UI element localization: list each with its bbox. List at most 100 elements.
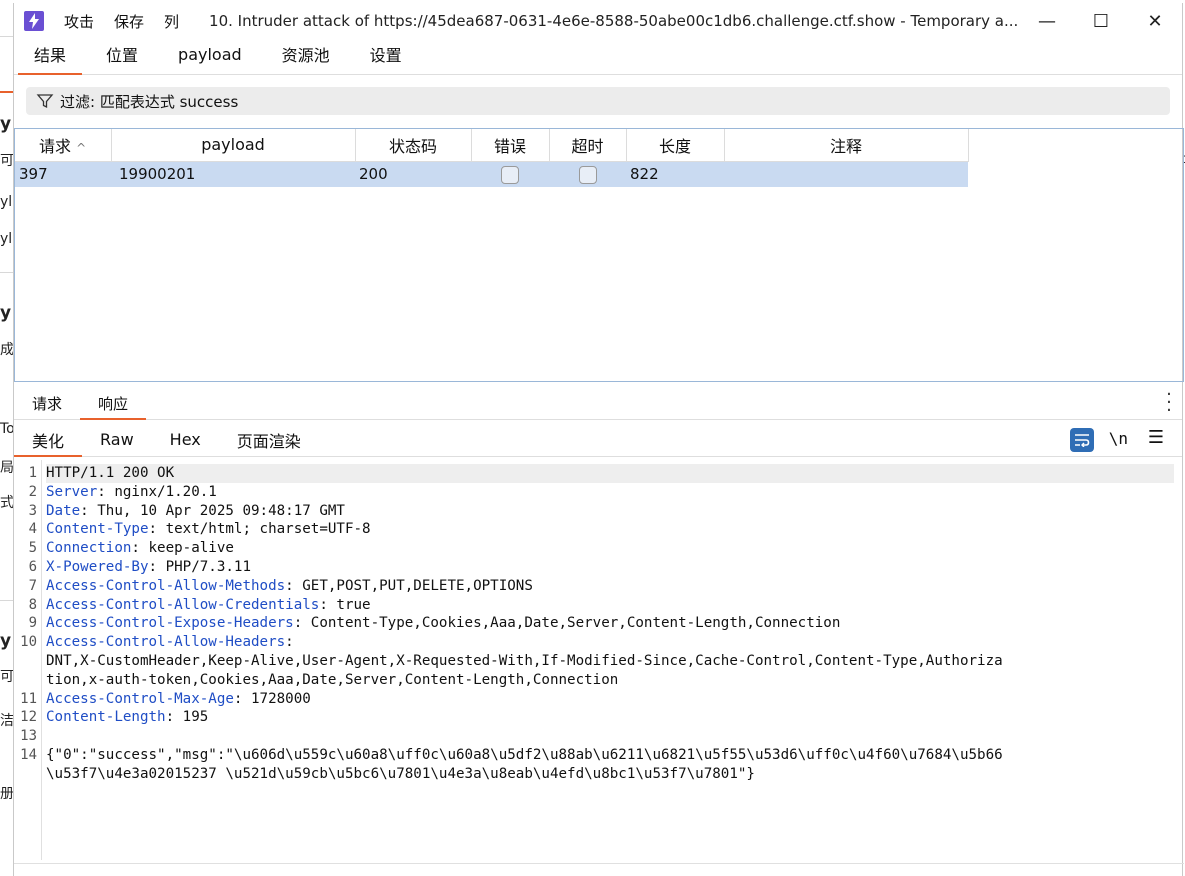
more-options-icon[interactable]: · · · bbox=[1166, 386, 1172, 420]
bg-glyph: 成 bbox=[0, 342, 13, 358]
tab-positions[interactable]: 位置 bbox=[86, 40, 158, 74]
column-header-comment[interactable]: 注释 bbox=[724, 129, 969, 162]
line-number: 2 bbox=[28, 483, 37, 500]
title-bar: 攻击 保存 列 10. Intruder attack of https://4… bbox=[14, 3, 1182, 39]
hamburger-menu-icon[interactable]: ☰ bbox=[1148, 427, 1164, 448]
minimize-button[interactable]: — bbox=[1020, 3, 1074, 39]
view-mode-tabs: 美化 Raw Hex 页面渲染 bbox=[14, 427, 1182, 457]
header-name: Content-Length bbox=[46, 709, 166, 726]
header-value: PHP/7.3.11 bbox=[157, 559, 252, 575]
column-header-error[interactable]: 错误 bbox=[471, 129, 550, 162]
response-line: Access-Control-Max-Age: 1728000 bbox=[46, 690, 1174, 709]
line-number: 10 bbox=[20, 634, 37, 651]
bg-glyph: 洁 bbox=[0, 713, 13, 729]
column-header-status[interactable]: 状态码 bbox=[355, 129, 472, 162]
header-separator: : bbox=[165, 709, 175, 726]
cell-timeout bbox=[549, 161, 626, 187]
show-newlines-icon[interactable]: \n bbox=[1109, 429, 1128, 448]
close-button[interactable]: ✕ bbox=[1128, 3, 1182, 39]
header-value: 195 bbox=[174, 709, 209, 726]
filter-bar[interactable]: 过滤: 匹配表达式 success bbox=[26, 87, 1170, 115]
header-value: nginx/1.20.1 bbox=[105, 483, 217, 500]
header-separator: : bbox=[319, 596, 328, 613]
line-number: 13 bbox=[20, 728, 37, 745]
line-number: 14 bbox=[20, 747, 37, 763]
line-number: 3 bbox=[28, 502, 37, 519]
response-line: X-Powered-By: PHP/7.3.11 bbox=[46, 558, 1174, 577]
search-bar-area bbox=[14, 863, 1184, 876]
bg-glyph: 可 bbox=[0, 153, 13, 169]
line-number: 8 bbox=[28, 596, 37, 613]
line-text: {"0":"success","msg":"\u606d\u559c\u60a8… bbox=[46, 747, 1003, 763]
bg-glyph: 可 bbox=[0, 669, 13, 685]
cell-error bbox=[471, 161, 549, 187]
header-separator: : bbox=[285, 634, 294, 651]
column-header-request[interactable]: 请求 ^ bbox=[15, 129, 112, 162]
response-line: Server: nginx/1.20.1 bbox=[46, 483, 1174, 502]
response-line: Content-Length: 195 bbox=[46, 708, 1174, 727]
response-editor[interactable]: 1 2 3 4 5 6 7 8 9 10 11 12 13 14 HTTP/1.1 200 OK Serve… bbox=[14, 460, 1184, 860]
header-name: Connection bbox=[46, 540, 132, 557]
line-text: DNT,X-CustomHeader,Keep-Alive,User-Agent… bbox=[46, 653, 1003, 669]
bg-glyph: y bbox=[0, 303, 12, 323]
column-label: 请求 bbox=[39, 136, 72, 156]
tab-render[interactable]: 页面渲染 bbox=[219, 428, 319, 456]
response-line: Connection: keep-alive bbox=[46, 539, 1174, 558]
header-name: X-Powered-By bbox=[46, 559, 149, 575]
response-line: DNT,X-CustomHeader,Keep-Alive,User-Agent… bbox=[46, 652, 1174, 671]
bg-glyph: 册 bbox=[0, 786, 13, 802]
tab-settings[interactable]: 设置 bbox=[350, 40, 422, 74]
header-name: Access-Control-Expose-Headers bbox=[46, 615, 294, 632]
tab-payloads[interactable]: payload bbox=[158, 40, 262, 74]
cell-request: 397 bbox=[15, 161, 111, 187]
header-value: 1728000 bbox=[242, 690, 311, 707]
burp-logo-icon bbox=[24, 11, 44, 31]
menu-columns[interactable]: 列 bbox=[164, 11, 179, 32]
request-response-tabs: 请求 响应 bbox=[14, 390, 1182, 420]
line-number: 9 bbox=[28, 615, 37, 632]
header-value: true bbox=[327, 596, 371, 613]
response-line: tion,x-auth-token,Cookies,Aaa,Date,Serve… bbox=[46, 671, 1174, 690]
bg-glyph: 局 bbox=[0, 460, 13, 476]
table-row[interactable]: 397 19900201 200 822 bbox=[15, 161, 968, 187]
tab-results[interactable]: 结果 bbox=[14, 40, 86, 75]
bg-glyph: yl bbox=[0, 194, 13, 210]
header-value: text/html; charset=UTF-8 bbox=[157, 521, 371, 538]
response-line: \u53f7\u4e3a02015237 \u521d\u59cb\u5bc6\… bbox=[46, 765, 1174, 784]
sort-ascending-icon: ^ bbox=[76, 140, 87, 155]
column-header-timeout[interactable]: 超时 bbox=[549, 129, 627, 162]
maximize-button[interactable]: ☐ bbox=[1074, 3, 1128, 39]
bg-divider bbox=[0, 272, 13, 273]
bg-divider bbox=[0, 36, 13, 37]
intruder-attack-window: 攻击 保存 列 10. Intruder attack of https://4… bbox=[13, 3, 1184, 876]
window-title: 10. Intruder attack of https://45dea687-… bbox=[209, 12, 1019, 30]
header-value: GET,POST,PUT,DELETE,OPTIONS bbox=[293, 577, 533, 594]
bg-glyph: y bbox=[0, 631, 12, 651]
bg-divider bbox=[0, 600, 13, 601]
line-number: 11 bbox=[20, 690, 37, 707]
tab-response[interactable]: 响应 bbox=[80, 391, 147, 420]
tab-hex[interactable]: Hex bbox=[152, 428, 219, 456]
header-value: keep-alive bbox=[139, 540, 234, 557]
header-name: Access-Control-Allow-Credentials bbox=[46, 596, 320, 613]
header-name: Access-Control-Allow-Methods bbox=[46, 577, 286, 594]
word-wrap-icon[interactable] bbox=[1070, 428, 1094, 452]
tab-pretty[interactable]: 美化 bbox=[14, 428, 83, 457]
response-line: Content-Type: text/html; charset=UTF-8 bbox=[46, 520, 1174, 539]
line-number: 4 bbox=[28, 521, 37, 538]
column-header-length[interactable]: 长度 bbox=[626, 129, 725, 162]
column-header-payload[interactable]: payload bbox=[111, 129, 356, 162]
response-line: Date: Thu, 10 Apr 2025 09:48:17 GMT bbox=[46, 502, 1174, 521]
menu-attack[interactable]: 攻击 bbox=[64, 11, 94, 32]
filter-icon bbox=[36, 94, 54, 109]
tab-request[interactable]: 请求 bbox=[14, 391, 80, 419]
main-tabs: 结果 位置 payload 资源池 设置 bbox=[14, 39, 1182, 75]
menu-save[interactable]: 保存 bbox=[114, 11, 144, 32]
timeout-checkbox bbox=[578, 165, 597, 184]
tab-raw[interactable]: Raw bbox=[82, 428, 152, 456]
line-number: 7 bbox=[28, 577, 37, 594]
tab-resource-pool[interactable]: 资源池 bbox=[262, 40, 350, 74]
response-line: Access-Control-Expose-Headers: Content-T… bbox=[46, 614, 1174, 633]
bg-glyph: y bbox=[0, 114, 12, 134]
bg-tab-underline bbox=[0, 91, 13, 93]
